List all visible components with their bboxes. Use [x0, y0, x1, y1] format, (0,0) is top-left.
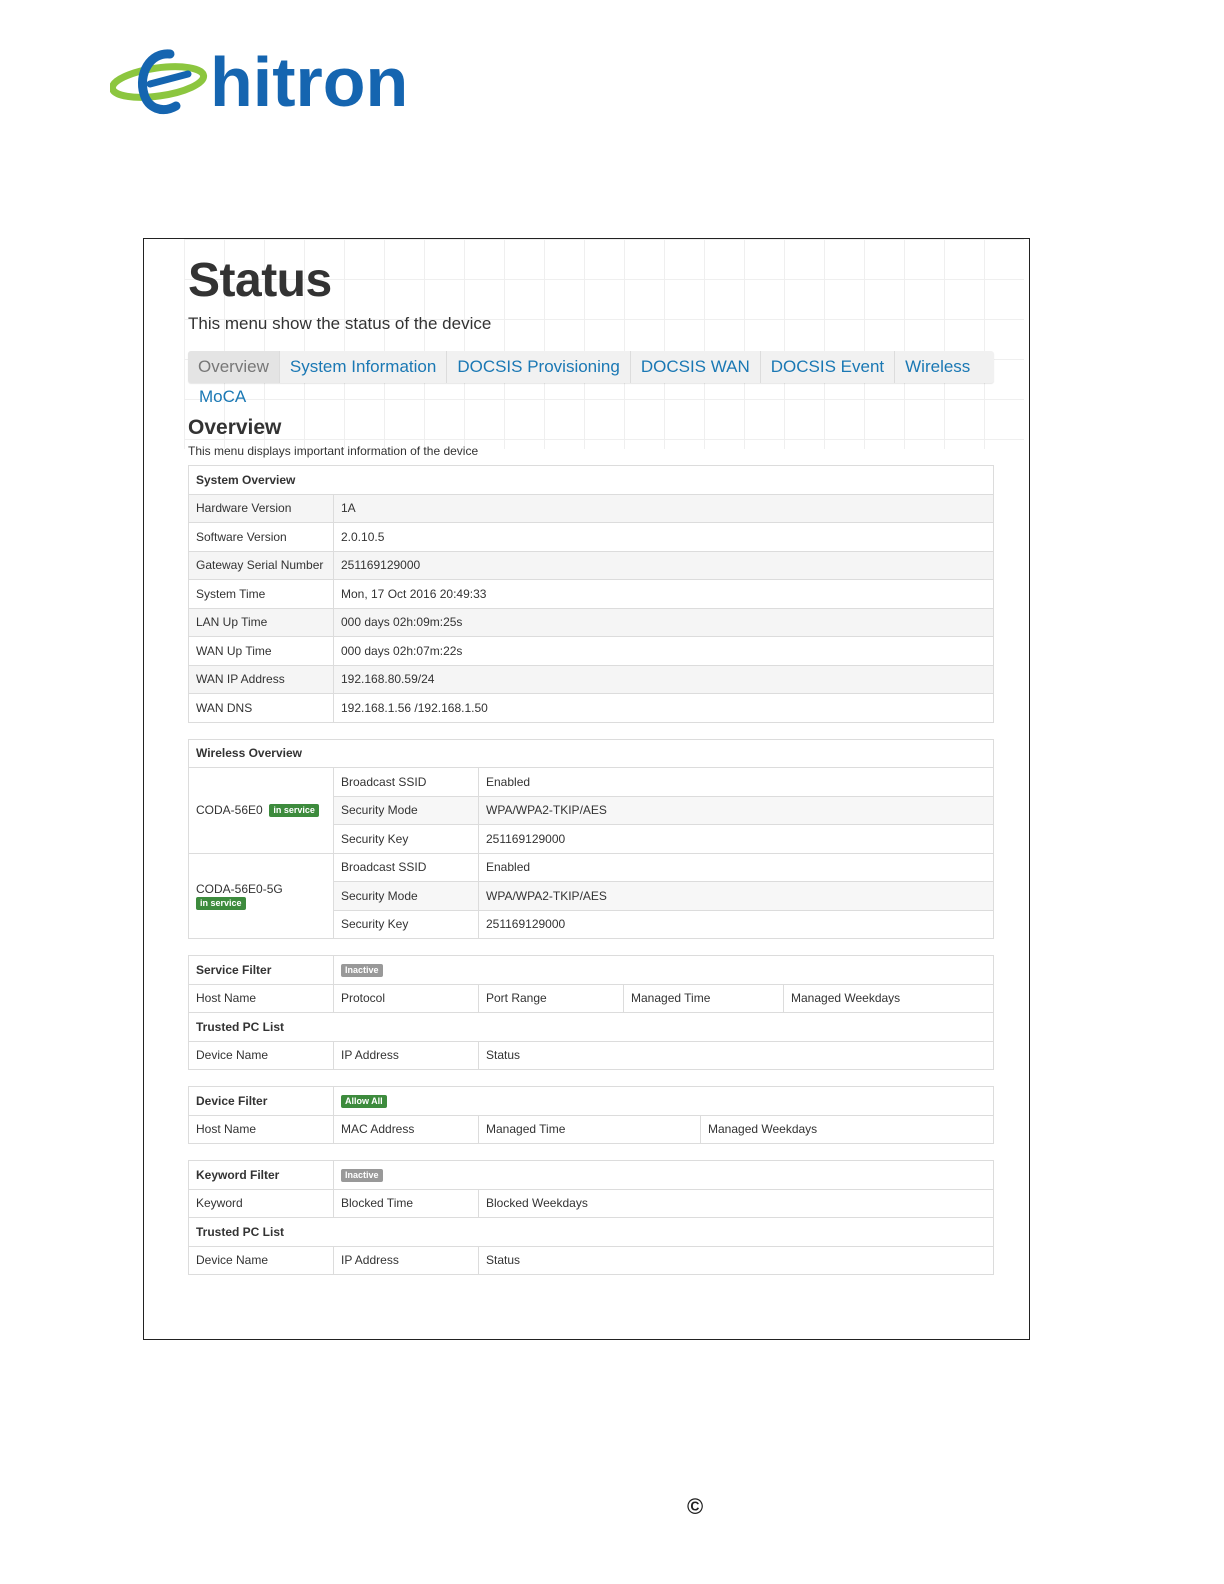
- keyword-filter-table: Keyword Filter Inactive Keyword Blocked …: [188, 1160, 994, 1275]
- tab-docsis-wan[interactable]: DOCSIS WAN: [631, 351, 761, 383]
- ssid-cell: CODA-56E0-5G in service: [188, 852, 334, 939]
- status-page-frame: Status This menu show the status of the …: [143, 238, 1030, 1340]
- ssid-name: CODA-56E0-5G: [196, 881, 283, 896]
- security-key-value: 251169129000: [478, 909, 994, 939]
- device-filter-title: Device Filter: [188, 1086, 334, 1116]
- column-header: Host Name: [188, 1114, 334, 1144]
- column-header: Managed Time: [478, 1114, 701, 1144]
- trusted-pc-list-title: Trusted PC List: [188, 1012, 994, 1042]
- hardware-version-value: 1A: [333, 493, 994, 523]
- wan-dns-value: 192.168.1.56 /192.168.1.50: [333, 693, 994, 723]
- column-header: Status: [478, 1245, 994, 1275]
- broadcast-ssid-label: Broadcast SSID: [333, 767, 479, 797]
- wireless-overview-title: Wireless Overview: [188, 738, 994, 768]
- hardware-version-label: Hardware Version: [188, 493, 334, 523]
- trusted-pc-list-title: Trusted PC List: [188, 1217, 994, 1247]
- tab-docsis-provisioning[interactable]: DOCSIS Provisioning: [447, 351, 631, 383]
- security-key-value: 251169129000: [478, 824, 994, 854]
- status-badge: in service: [269, 804, 319, 818]
- column-header: Device Name: [188, 1245, 334, 1275]
- tab-bar: Overview System Information DOCSIS Provi…: [188, 351, 994, 383]
- system-time-value: Mon, 17 Oct 2016 20:49:33: [333, 579, 994, 609]
- wan-dns-label: WAN DNS: [188, 693, 334, 723]
- ssid-cell: CODA-56E0 in service: [188, 767, 334, 854]
- column-header: IP Address: [333, 1245, 479, 1275]
- wan-uptime-label: WAN Up Time: [188, 636, 334, 666]
- tab-overview[interactable]: Overview: [188, 351, 280, 383]
- serial-number-label: Gateway Serial Number: [188, 550, 334, 580]
- tab-wireless[interactable]: Wireless: [895, 351, 980, 383]
- wireless-overview-table: Wireless Overview CODA-56E0 in service B…: [188, 738, 994, 940]
- column-header: Host Name: [188, 983, 334, 1013]
- service-filter-title: Service Filter: [188, 955, 334, 985]
- system-overview-table: System Overview Hardware Version 1A Softw…: [188, 465, 994, 723]
- status-badge: Inactive: [341, 1168, 383, 1182]
- software-version-value: 2.0.10.5: [333, 522, 994, 552]
- wan-uptime-value: 000 days 02h:07m:22s: [333, 636, 994, 666]
- lan-uptime-label: LAN Up Time: [188, 607, 334, 637]
- ssid-name: CODA-56E0: [196, 803, 263, 818]
- column-header: Port Range: [478, 983, 624, 1013]
- status-badge: Allow All: [341, 1094, 387, 1108]
- serial-number-value: 251169129000: [333, 550, 994, 580]
- column-header: Managed Weekdays: [783, 983, 994, 1013]
- column-header: Status: [478, 1040, 994, 1070]
- logo-text: hitron: [210, 44, 408, 121]
- section-subtitle: This menu displays important information…: [188, 444, 479, 458]
- software-version-label: Software Version: [188, 522, 334, 552]
- page-subtitle: This menu show the status of the device: [188, 314, 492, 333]
- page-title: Status: [188, 254, 332, 307]
- broadcast-ssid-value: Enabled: [478, 767, 994, 797]
- column-header: Keyword: [188, 1188, 334, 1218]
- tab-moca[interactable]: MoCA: [188, 383, 994, 411]
- column-header: MAC Address: [333, 1114, 479, 1144]
- security-mode-value: WPA/WPA2-TKIP/AES: [478, 795, 994, 825]
- broadcast-ssid-label: Broadcast SSID: [333, 852, 479, 882]
- system-overview-title: System Overview: [188, 465, 994, 495]
- column-header: Blocked Time: [333, 1188, 479, 1218]
- column-header: Managed Time: [623, 983, 784, 1013]
- security-mode-value: WPA/WPA2-TKIP/AES: [478, 881, 994, 911]
- column-header: IP Address: [333, 1040, 479, 1070]
- copyright-symbol: ©: [687, 1494, 704, 1519]
- keyword-filter-title: Keyword Filter: [188, 1160, 334, 1190]
- security-key-label: Security Key: [333, 909, 479, 939]
- status-badge: Inactive: [341, 963, 383, 977]
- tab-system-information[interactable]: System Information: [280, 351, 448, 383]
- column-header: Device Name: [188, 1040, 334, 1070]
- security-mode-label: Security Mode: [333, 881, 479, 911]
- service-filter-table: Service Filter Inactive Host Name Protoc…: [188, 955, 994, 1070]
- column-header: Managed Weekdays: [700, 1114, 994, 1144]
- hitron-logo: hitron: [110, 44, 430, 124]
- wan-ip-value: 192.168.80.59/24: [333, 664, 994, 694]
- wan-ip-label: WAN IP Address: [188, 664, 334, 694]
- column-header: Protocol: [333, 983, 479, 1013]
- broadcast-ssid-value: Enabled: [478, 852, 994, 882]
- security-key-label: Security Key: [333, 824, 479, 854]
- tab-docsis-event[interactable]: DOCSIS Event: [761, 351, 896, 383]
- security-mode-label: Security Mode: [333, 795, 479, 825]
- device-filter-table: Device Filter Allow All Host Name MAC Ad…: [188, 1086, 994, 1144]
- section-title: Overview: [188, 416, 282, 439]
- system-time-label: System Time: [188, 579, 334, 609]
- lan-uptime-value: 000 days 02h:09m:25s: [333, 607, 994, 637]
- status-badge: in service: [196, 896, 246, 910]
- column-header: Blocked Weekdays: [478, 1188, 994, 1218]
